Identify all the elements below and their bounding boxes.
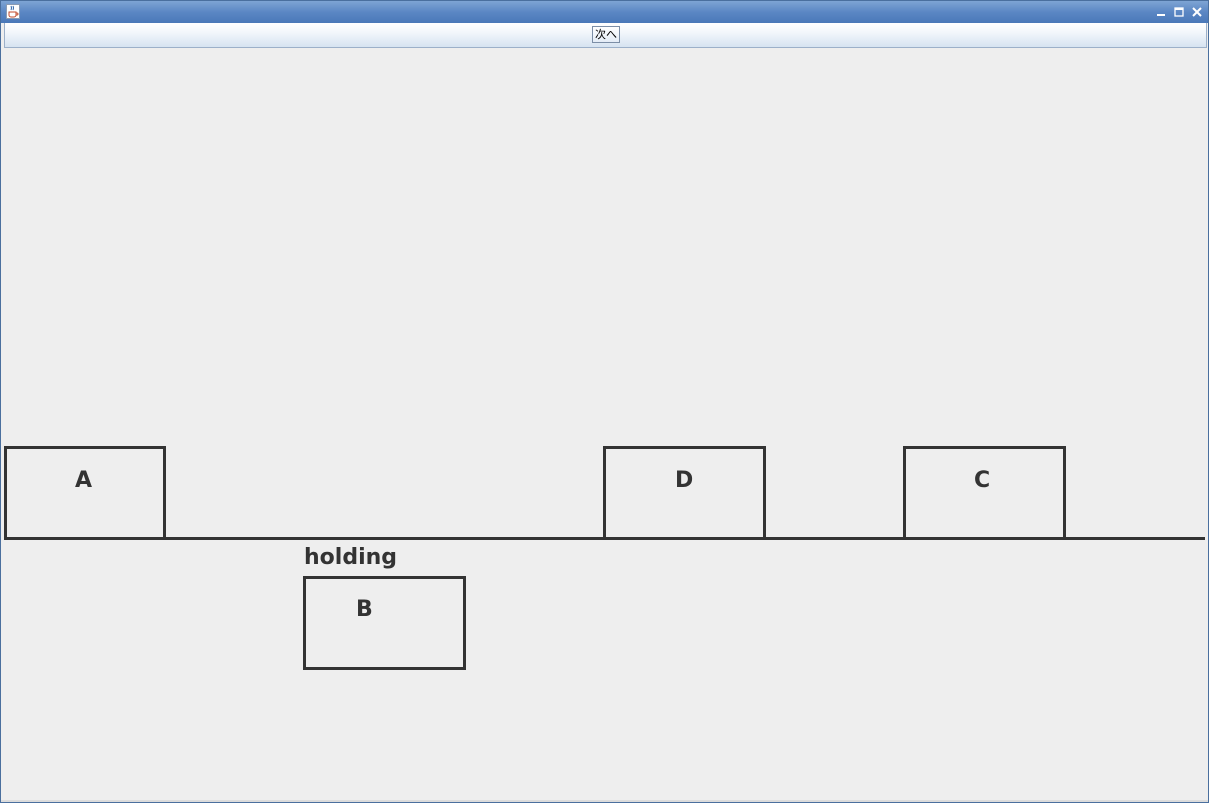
holding-label: holding — [304, 545, 398, 570]
minimize-icon[interactable] — [1154, 5, 1168, 19]
block-a: A — [4, 446, 166, 540]
block-d: D — [603, 446, 766, 540]
next-button[interactable]: 次へ — [592, 26, 620, 43]
blocks-world-canvas — [4, 48, 1205, 800]
title-bar[interactable] — [1, 1, 1208, 23]
block-a-label: A — [75, 468, 93, 493]
block-d-label: D — [675, 468, 694, 493]
toolbar: 次へ — [4, 23, 1207, 48]
block-c-label: C — [974, 468, 991, 493]
close-icon[interactable] — [1190, 5, 1204, 19]
table-line — [4, 537, 1205, 540]
block-c: C — [903, 446, 1066, 540]
window-right-border — [1205, 23, 1208, 802]
block-b-label: B — [356, 597, 373, 622]
java-cup-icon[interactable] — [6, 4, 20, 19]
app-window: 次へ — [0, 0, 1209, 803]
block-b: B — [303, 576, 466, 670]
maximize-icon[interactable] — [1172, 5, 1186, 19]
window-bottom-border — [1, 800, 1208, 802]
